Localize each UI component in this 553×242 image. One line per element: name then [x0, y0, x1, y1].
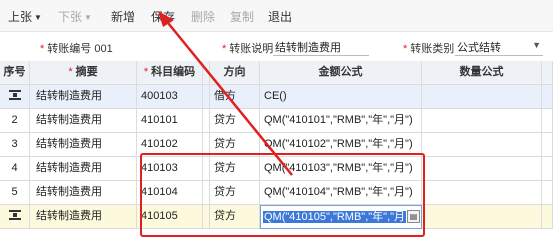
annotation-arrow: [158, 11, 293, 176]
